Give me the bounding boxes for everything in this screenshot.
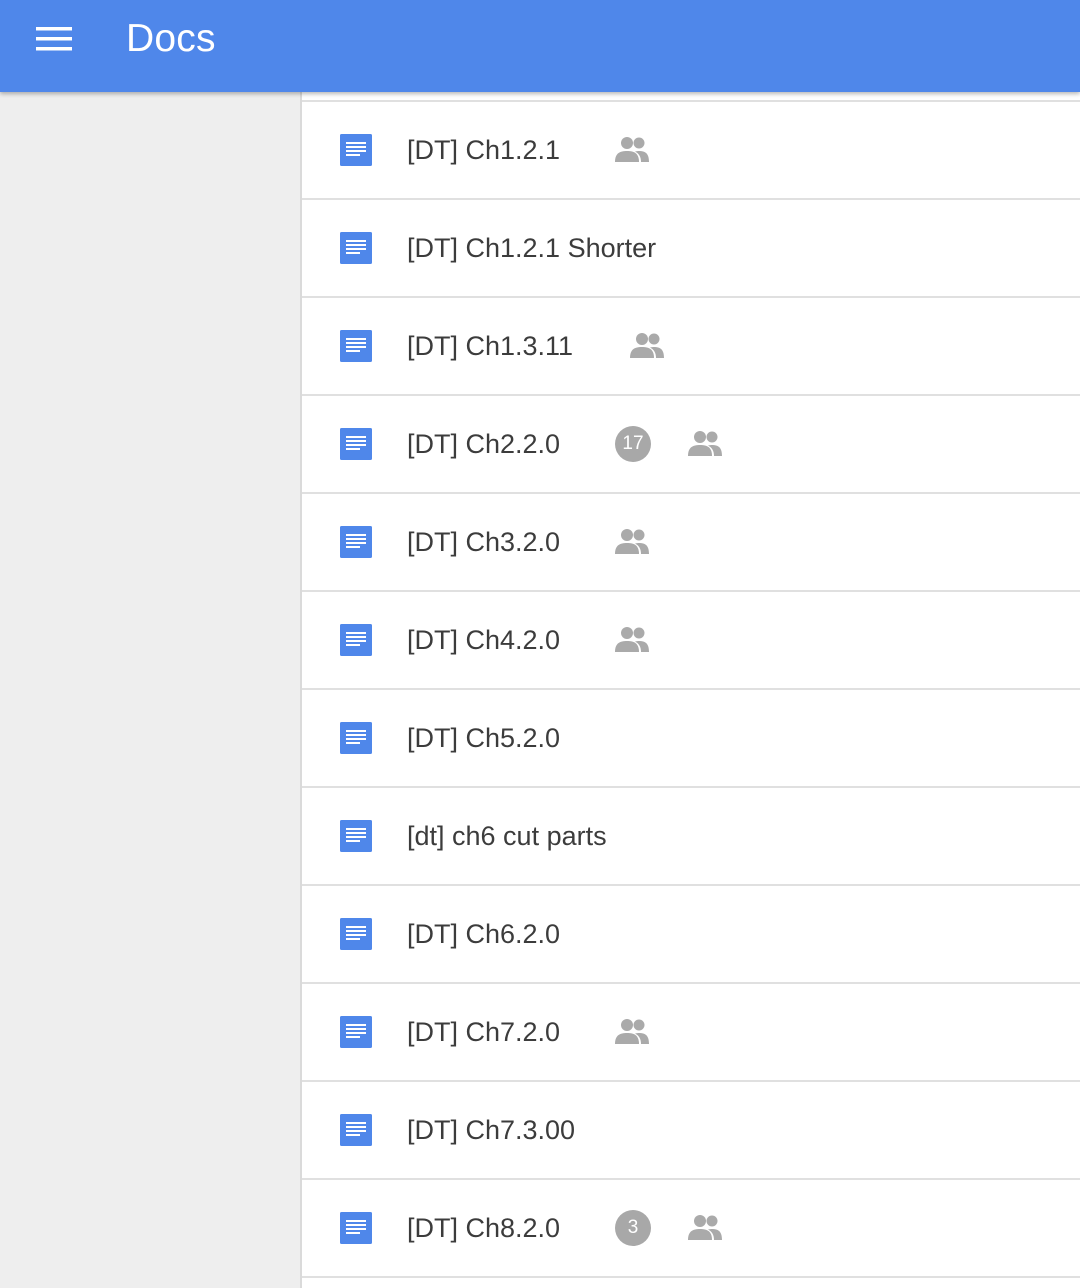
- document-row[interactable]: [DT] Ch6.2.0: [302, 886, 1080, 984]
- shared-people-icon: [630, 333, 664, 358]
- document-row[interactable]: [DT] Ch7.3.00: [302, 1082, 1080, 1180]
- google-doc-icon: [340, 428, 372, 460]
- comment-count-badge: 3: [615, 1210, 651, 1246]
- document-title: [DT] Ch4.2.0: [407, 625, 561, 655]
- google-doc-icon: [340, 232, 372, 264]
- document-title: [DT] Ch7.2.0: [407, 1017, 561, 1047]
- document-row[interactable]: [DT] Ch7.2.0: [302, 984, 1080, 1082]
- shared-people-icon: [615, 1019, 649, 1044]
- document-row[interactable]: [DT] Ch1.2.1: [302, 102, 1080, 200]
- google-doc-icon: [340, 1016, 372, 1048]
- comment-count-badge: 17: [615, 426, 651, 462]
- google-doc-icon: [340, 722, 372, 754]
- document-title: [DT] Ch8.2.0: [407, 1213, 561, 1243]
- document-title: [DT] Ch1.3.11: [407, 331, 574, 361]
- google-doc-icon: [340, 1114, 372, 1146]
- document-title: [dt] ch6 cut parts: [407, 821, 607, 851]
- document-title: [DT] Ch1.2.1 Shorter: [407, 233, 657, 263]
- document-row[interactable]: [DT] Ch2.2.0 17: [302, 396, 1080, 494]
- hamburger-menu-icon: [36, 27, 72, 51]
- shared-people-icon: [615, 529, 649, 554]
- shared-people-icon: [615, 137, 649, 162]
- google-doc-icon: [340, 526, 372, 558]
- shared-people-icon: [688, 1215, 722, 1240]
- document-title: [DT] Ch7.3.00: [407, 1115, 576, 1145]
- document-row[interactable]: [DT] Ch5.2.0: [302, 690, 1080, 788]
- google-doc-icon: [340, 918, 372, 950]
- app-title: Docs: [126, 17, 216, 60]
- document-row[interactable]: [DT] Ch1.2.1 Shorter: [302, 200, 1080, 298]
- shared-people-icon: [688, 431, 722, 456]
- google-doc-icon: [340, 1212, 372, 1244]
- document-row[interactable]: [DT] Ch4.2.0: [302, 592, 1080, 690]
- google-doc-icon: [340, 624, 372, 656]
- document-row[interactable]: [DT] Ch1.3.11: [302, 298, 1080, 396]
- document-row[interactable]: [dt] ch6 cut parts: [302, 788, 1080, 886]
- document-list[interactable]: [DT] Ch1.2.1 [DT] Ch1.2.1 Shorter [DT] Ch1…: [300, 92, 1080, 1288]
- google-doc-icon: [340, 134, 372, 166]
- document-title: [DT] Ch1.2.1: [407, 135, 561, 165]
- app-bar: Docs: [0, 0, 1080, 92]
- google-doc-icon: [340, 820, 372, 852]
- shared-people-icon: [615, 627, 649, 652]
- document-row[interactable]: [DT] Ch3.2.0: [302, 494, 1080, 592]
- document-title: [DT] Ch2.2.0: [407, 429, 561, 459]
- document-title: [DT] Ch5.2.0: [407, 723, 561, 753]
- menu-button[interactable]: [22, 14, 86, 64]
- google-doc-icon: [340, 330, 372, 362]
- document-title: [DT] Ch6.2.0: [407, 919, 561, 949]
- document-title: [DT] Ch3.2.0: [407, 527, 561, 557]
- sidebar: [0, 92, 300, 1288]
- document-row[interactable]: [DT] Ch8.2.0 3: [302, 1180, 1080, 1278]
